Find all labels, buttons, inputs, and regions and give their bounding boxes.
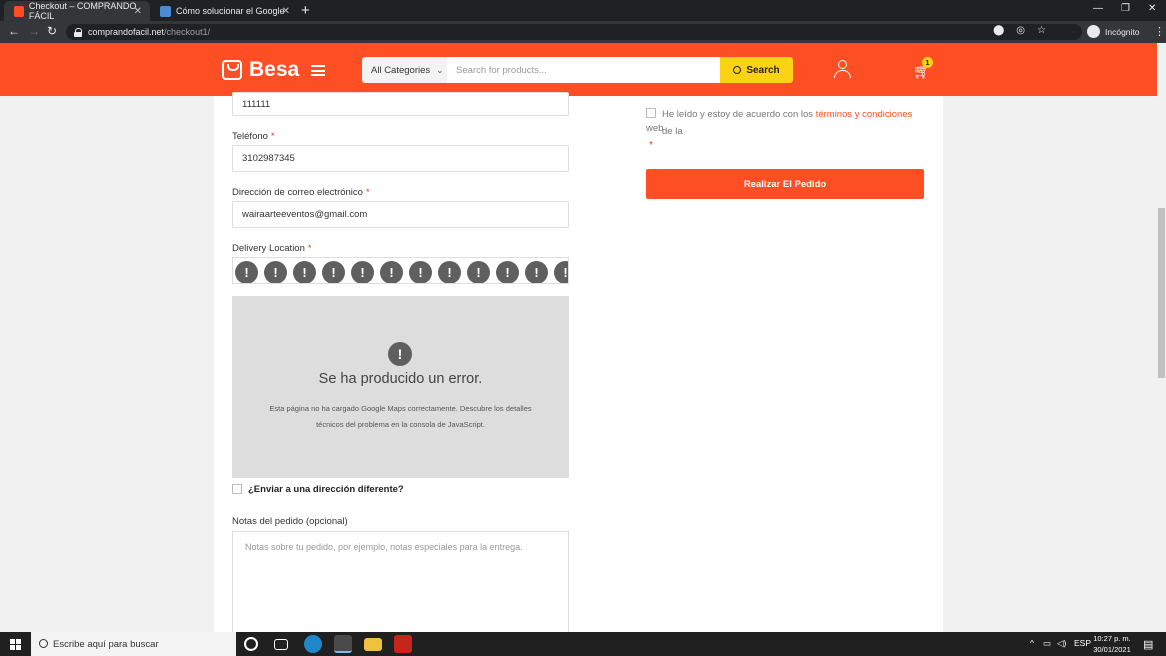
tab-checkout[interactable]: Checkout – COMPRANDO FÁCIL ✕ [4, 1, 150, 21]
restore-icon[interactable]: ❐ [1121, 3, 1130, 14]
eye-off-icon[interactable]: ◎ [1016, 25, 1025, 36]
location-icon[interactable]: ⬤ [993, 25, 1004, 36]
map-error-title: Se ha producido un error. [318, 371, 483, 387]
address-bar-icons: ⬤ ◎ ☆ [993, 25, 1046, 36]
logo-text: Besa [249, 58, 300, 81]
chrome-icon[interactable] [334, 635, 352, 653]
search-button[interactable]: Search [720, 57, 793, 83]
browser-tab-bar: Checkout – COMPRANDO FÁCIL ✕ Cómo soluci… [0, 0, 1166, 21]
ship-different-checkbox[interactable] [232, 484, 242, 494]
shopping-bag-icon [222, 60, 242, 80]
search-button-label: Search [746, 64, 780, 76]
terms-text-continued: web [646, 123, 664, 134]
task-view-icon[interactable] [274, 639, 288, 650]
terms-text: He leído y estoy de acuerdo con los térm… [662, 109, 913, 137]
error-marker-icon: ! [351, 261, 374, 283]
search-input[interactable]: Search for products... [447, 57, 720, 83]
incognito-label: Incógnito [1105, 26, 1140, 37]
tab-title: Checkout – COMPRANDO FÁCIL [28, 1, 137, 21]
hamburger-menu-icon[interactable] [311, 65, 325, 76]
url-field[interactable]: comprandofacil.net/checkout1/ [66, 24, 1082, 40]
terms-required-mark: * [649, 140, 653, 151]
error-marker-icon: ! [496, 261, 519, 283]
tray-chevron-icon[interactable]: ^ [1030, 638, 1034, 648]
star-icon[interactable]: ☆ [1037, 25, 1046, 36]
page-scrollbar-thumb[interactable] [1158, 208, 1165, 378]
place-order-button[interactable]: Realizar El Pedido [646, 169, 924, 199]
incognito-icon [1087, 25, 1100, 38]
edge-icon[interactable] [304, 635, 322, 653]
tab-google-maps-help[interactable]: Cómo solucionar el Google Maps ✕ [150, 1, 298, 21]
clock-time: 10:27 p. m. [1093, 634, 1131, 643]
close-tab-icon[interactable]: ✕ [134, 6, 142, 17]
category-label: All Categories [371, 64, 431, 76]
browser-menu-icon[interactable]: ⋮ [1154, 25, 1165, 38]
error-marker-icon: ! [438, 261, 461, 283]
map-error-description: Esta página no ha cargado Google Maps co… [269, 404, 532, 429]
filezilla-icon[interactable] [394, 635, 412, 653]
cortana-icon[interactable] [244, 637, 258, 651]
file-explorer-icon[interactable] [364, 638, 382, 651]
url-host: comprandofacil.net [88, 27, 165, 37]
error-marker-icon: ! [293, 261, 316, 283]
site-header: Besa All Categories ⌄ Search for product… [0, 43, 1157, 96]
cart-count-badge: 1 [922, 57, 933, 68]
email-label: Dirección de correo electrónico * [232, 187, 370, 198]
warning-icon: ! [388, 342, 412, 366]
forward-icon[interactable]: → [28, 24, 40, 38]
user-account-icon[interactable] [834, 60, 851, 78]
delivery-location-autocomplete[interactable]: ! ! ! ! ! ! ! ! ! ! ! ! [232, 257, 569, 284]
error-marker-icon: ! [264, 261, 287, 283]
minimize-icon[interactable]: — [1093, 3, 1103, 14]
site-favicon-icon [14, 5, 24, 17]
url-path: /checkout1/ [164, 27, 211, 37]
incognito-badge[interactable]: Incógnito [1087, 25, 1140, 38]
search-icon [733, 66, 742, 74]
chevron-down-icon: ⌄ [436, 64, 444, 75]
error-marker-icon: ! [525, 261, 548, 283]
language-indicator[interactable]: ESP [1074, 638, 1091, 648]
error-marker-icon: ! [235, 261, 258, 283]
email-field[interactable]: wairaarteeventos@gmail.com [232, 201, 569, 228]
clock-date: 30/01/2021 [1093, 645, 1131, 654]
error-marker-icon: ! [322, 261, 345, 283]
previous-field[interactable]: 111111 [232, 92, 569, 116]
address-bar: ← → ↻ comprandofacil.net/checkout1/ ⬤ ◎ … [0, 21, 1166, 43]
volume-icon[interactable]: ◁) [1057, 638, 1066, 649]
error-marker-icon: ! [554, 261, 568, 283]
close-window-icon[interactable]: ✕ [1148, 3, 1156, 14]
tab-title: Cómo solucionar el Google Maps [176, 6, 284, 16]
error-marker-icon: ! [467, 261, 490, 283]
order-notes-field[interactable]: Notas sobre tu pedido, por ejemplo, nota… [232, 531, 569, 636]
search-icon [39, 639, 48, 648]
terms-checkbox[interactable] [646, 108, 656, 118]
taskbar-search-input[interactable]: Escribe aquí para buscar [31, 632, 236, 656]
ship-different-label[interactable]: ¿Enviar a una dirección diferente? [248, 484, 404, 495]
site-favicon-icon [160, 5, 171, 17]
error-marker-icon: ! [380, 261, 403, 283]
windows-start-icon[interactable] [10, 639, 21, 650]
close-tab-icon[interactable]: ✕ [282, 6, 290, 17]
delivery-location-label: Delivery Location * [232, 243, 312, 254]
terms-link[interactable]: términos y condiciones [816, 109, 913, 120]
taskbar-search-placeholder: Escribe aquí para buscar [53, 638, 159, 650]
reload-icon[interactable]: ↻ [47, 24, 57, 38]
new-tab-icon[interactable]: + [301, 2, 310, 19]
map-error-panel [232, 296, 569, 478]
category-select[interactable]: All Categories ⌄ [362, 57, 447, 83]
phone-label: Teléfono * [232, 131, 275, 142]
taskbar-clock[interactable]: 10:27 p. m. 30/01/2021 [1092, 633, 1132, 655]
site-logo[interactable]: Besa [222, 58, 299, 82]
order-notes-label: Notas del pedido (opcional) [232, 516, 348, 527]
notifications-icon[interactable]: ▤ [1143, 638, 1153, 651]
phone-field[interactable]: 3102987345 [232, 145, 569, 172]
back-icon[interactable]: ← [8, 24, 20, 38]
network-icon[interactable]: ▭ [1043, 638, 1051, 649]
error-marker-icon: ! [409, 261, 432, 283]
lock-icon [74, 27, 82, 37]
